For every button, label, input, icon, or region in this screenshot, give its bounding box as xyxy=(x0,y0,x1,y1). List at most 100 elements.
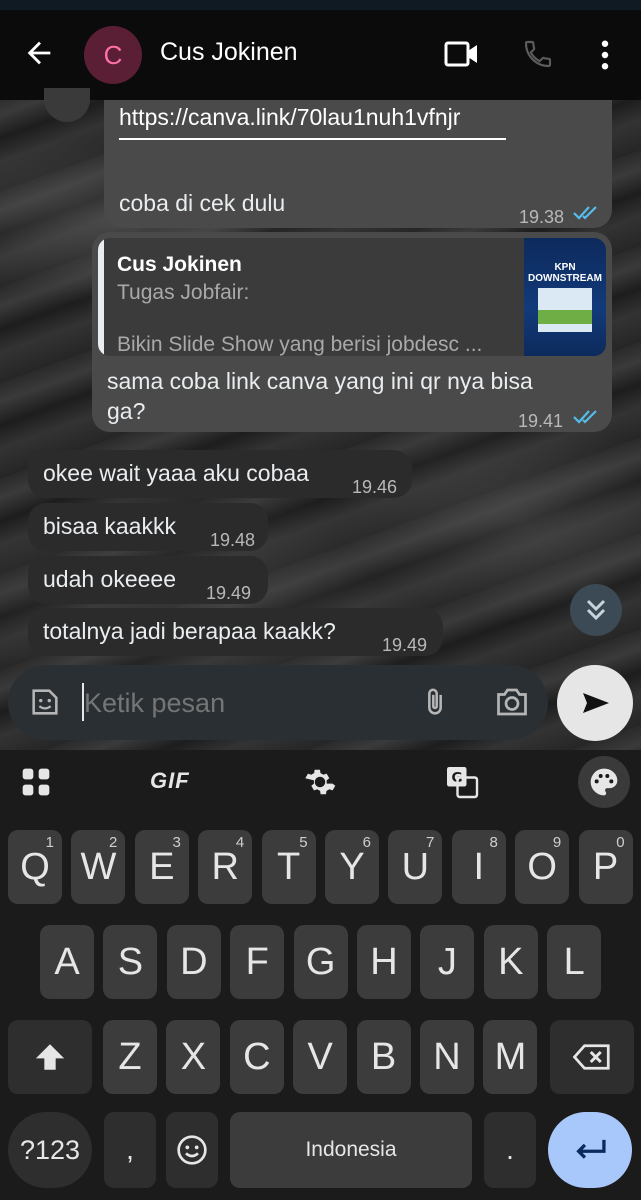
thumb-card xyxy=(538,288,592,332)
avatar[interactable]: C xyxy=(84,26,142,84)
backspace-icon xyxy=(572,1044,610,1070)
key-j[interactable]: J xyxy=(420,925,475,999)
scroll-to-bottom-button[interactable] xyxy=(570,584,622,636)
message-time: 19.48 xyxy=(210,530,256,550)
message-incoming[interactable]: bisaa kaakkk 19.48 xyxy=(28,503,268,551)
message-incoming[interactable]: totalnya jadi berapaa kaakk? 19.49 xyxy=(28,608,443,656)
key-w[interactable]: W2 xyxy=(71,830,126,904)
shift-icon xyxy=(35,1044,65,1070)
message-outgoing-reply[interactable]: Cus Jokinen Tugas Jobfair: Bikin Slide S… xyxy=(92,232,612,432)
link-underline xyxy=(119,138,506,140)
message-text: bisaa kaakkk xyxy=(43,513,176,539)
theme-button[interactable] xyxy=(578,756,630,808)
message-text: okee wait yaaa aku cobaa xyxy=(43,460,309,486)
key-number-hint: 5 xyxy=(299,834,308,851)
key-f[interactable]: F xyxy=(230,925,285,999)
key-number-hint: 1 xyxy=(45,834,54,851)
key-u[interactable]: U7 xyxy=(388,830,443,904)
more-options-icon[interactable] xyxy=(596,40,614,70)
message-time: 19.49 xyxy=(382,635,428,655)
emoji-key[interactable] xyxy=(166,1112,218,1188)
space-key[interactable]: Indonesia xyxy=(230,1112,472,1188)
double-chevron-down-icon xyxy=(586,599,606,621)
voice-call-icon[interactable] xyxy=(522,38,554,70)
message-incoming[interactable]: okee wait yaaa aku cobaa 19.46 xyxy=(28,450,412,498)
key-e[interactable]: E3 xyxy=(134,830,189,904)
chat-header: C Cus Jokinen xyxy=(0,10,641,100)
message-text: totalnya jadi berapaa kaakk? xyxy=(43,618,336,644)
comma-key[interactable]: , xyxy=(104,1112,156,1188)
key-p[interactable]: P0 xyxy=(578,830,633,904)
symbols-key[interactable]: ?123 xyxy=(8,1112,92,1188)
shift-key[interactable] xyxy=(8,1020,92,1094)
enter-key[interactable] xyxy=(548,1112,632,1188)
key-number-hint: 0 xyxy=(616,834,625,851)
message-time: 19.46 xyxy=(352,477,398,497)
key-number-hint: 4 xyxy=(235,834,245,851)
key-z[interactable]: Z xyxy=(103,1020,157,1094)
quoted-message[interactable]: Cus Jokinen Tugas Jobfair: Bikin Slide S… xyxy=(98,238,606,356)
quote-author: Cus Jokinen xyxy=(117,253,242,276)
video-call-icon[interactable] xyxy=(444,40,480,68)
camera-icon[interactable] xyxy=(494,685,530,719)
key-s[interactable]: S xyxy=(103,925,158,999)
key-v[interactable]: V xyxy=(293,1020,348,1094)
message-time: 19.38 xyxy=(519,207,565,227)
key-i[interactable]: I8 xyxy=(451,830,506,904)
emoji-icon xyxy=(177,1135,207,1165)
enter-icon xyxy=(576,1139,606,1159)
message-composer xyxy=(8,665,548,740)
key-number-hint: 7 xyxy=(426,834,435,851)
key-g[interactable]: G xyxy=(293,925,348,999)
key-c[interactable]: C xyxy=(229,1020,284,1094)
key-a[interactable]: A xyxy=(40,925,94,999)
message-text-line-2: ga? xyxy=(107,398,146,424)
send-button[interactable] xyxy=(557,665,633,741)
key-number-hint: 2 xyxy=(109,834,118,851)
key-l[interactable]: L xyxy=(547,925,602,999)
key-x[interactable]: X xyxy=(166,1020,221,1094)
key-number-hint: 8 xyxy=(489,834,498,851)
key-number-hint: 3 xyxy=(172,834,181,851)
message-text-line-1: sama coba link canva yang ini qr nya bis… xyxy=(107,368,533,394)
sticker-icon[interactable] xyxy=(28,685,62,719)
key-n[interactable]: N xyxy=(420,1020,474,1094)
thumb-title-2: DOWNSTREAM xyxy=(528,273,602,284)
status-bar xyxy=(0,0,641,10)
message-time: 19.41 xyxy=(518,411,564,431)
quote-bar xyxy=(98,238,104,356)
back-arrow-icon[interactable] xyxy=(22,36,56,70)
read-receipt-icon xyxy=(573,206,597,220)
contact-name[interactable]: Cus Jokinen xyxy=(160,38,298,67)
settings-gear-icon[interactable] xyxy=(302,764,338,800)
message-text: coba di cek dulu xyxy=(119,190,286,216)
key-q[interactable]: Q1 xyxy=(8,830,62,904)
thumb-title-1: KPN xyxy=(554,262,576,273)
key-r[interactable]: R4 xyxy=(198,830,253,904)
key-m[interactable]: M xyxy=(483,1020,538,1094)
quote-line-1: Tugas Jobfair: xyxy=(117,281,250,304)
key-h[interactable]: H xyxy=(357,925,411,999)
key-t[interactable]: T5 xyxy=(261,830,316,904)
message-text: udah okeeee xyxy=(43,566,177,592)
message-incoming[interactable]: udah okeeee 19.49 xyxy=(28,556,268,604)
key-y[interactable]: Y6 xyxy=(325,830,379,904)
message-input[interactable] xyxy=(82,679,406,727)
key-k[interactable]: K xyxy=(483,925,538,999)
key-d[interactable]: D xyxy=(166,925,221,999)
keyboard: GIF G ?123 , Indonesia . Q1W2E3R4T5Y6U7I… xyxy=(0,750,641,1200)
apps-grid-icon[interactable] xyxy=(20,766,52,798)
key-number-hint: 9 xyxy=(552,834,562,851)
send-icon xyxy=(583,693,609,713)
key-o[interactable]: O9 xyxy=(515,830,570,904)
gif-button[interactable]: GIF xyxy=(150,768,190,794)
message-link[interactable]: https://canva.link/70lau1nuh1vfnjr xyxy=(119,102,460,132)
backspace-key[interactable] xyxy=(550,1020,634,1094)
key-b[interactable]: B xyxy=(356,1020,411,1094)
message-outgoing[interactable]: https://canva.link/70lau1nuh1vfnjr coba … xyxy=(104,100,612,228)
translate-icon[interactable]: G xyxy=(444,764,480,800)
period-key[interactable]: . xyxy=(484,1112,536,1188)
avatar-letter: C xyxy=(103,39,123,70)
attach-icon[interactable] xyxy=(418,683,452,721)
palette-icon xyxy=(590,768,618,796)
